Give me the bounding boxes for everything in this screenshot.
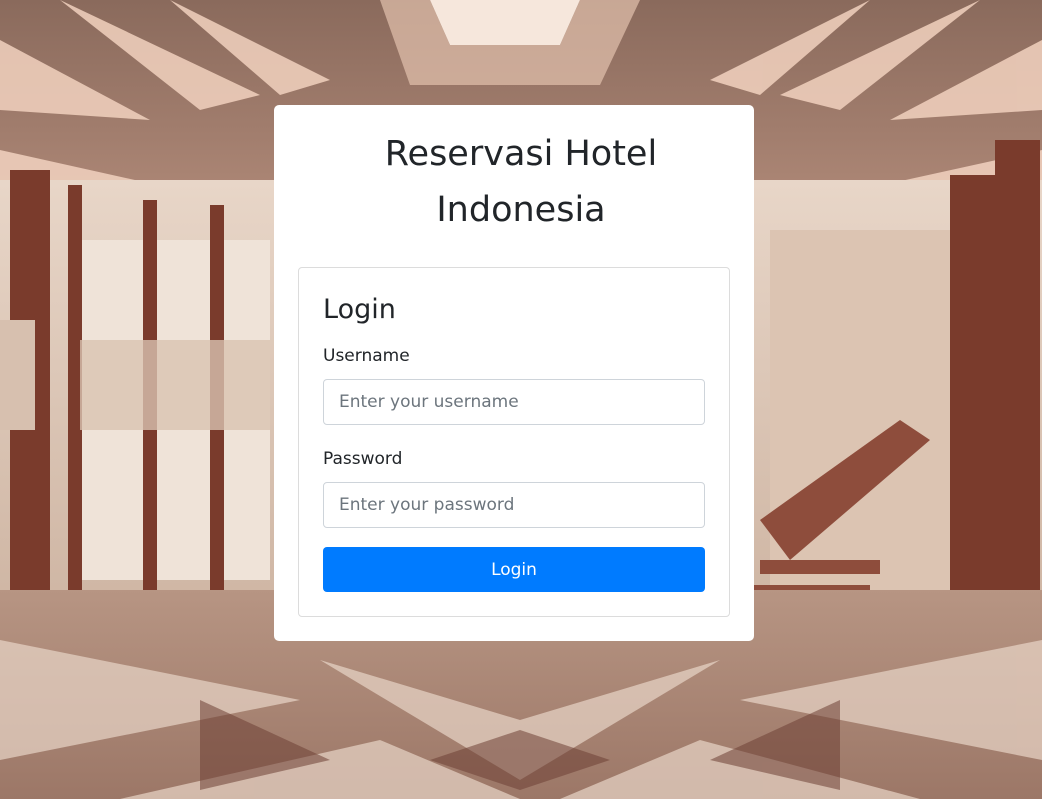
password-label: Password xyxy=(323,449,403,469)
username-label: Username xyxy=(323,346,410,366)
login-form: Login Username Password Login xyxy=(298,267,730,617)
login-heading: Login xyxy=(323,294,396,325)
password-input[interactable] xyxy=(323,482,705,528)
login-card-content: Login Username Password Login xyxy=(274,105,754,641)
login-button[interactable]: Login xyxy=(323,547,705,592)
username-input[interactable] xyxy=(323,379,705,425)
login-page: Reservasi Hotel Indonesia Login Username… xyxy=(0,0,1042,799)
